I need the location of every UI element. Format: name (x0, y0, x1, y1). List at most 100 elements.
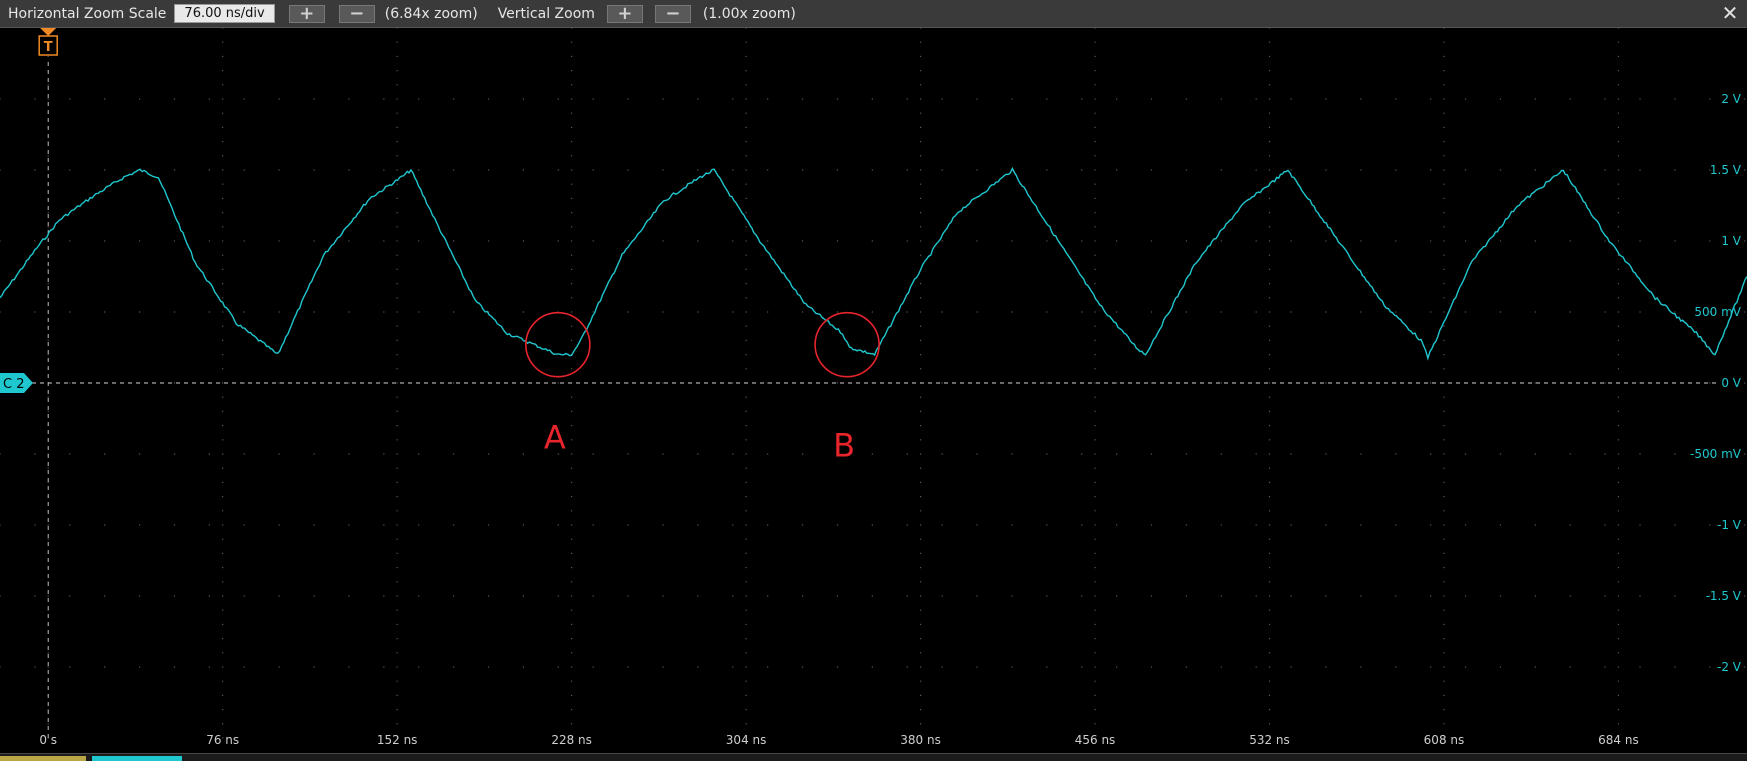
grid-dot (1094, 84, 1096, 86)
vertical-zoom-label: Vertical Zoom (497, 5, 595, 22)
grid-dot (1325, 382, 1327, 384)
grid-dot (1430, 666, 1432, 668)
grid-dot (1617, 169, 1620, 171)
grid-dot (1639, 666, 1641, 668)
grid-dot (1094, 410, 1096, 412)
grid-dot (1268, 524, 1271, 526)
horizontal-scale-field[interactable]: 76.00 ns/div (174, 4, 275, 23)
grid-dot (222, 112, 224, 114)
grid-dot (732, 453, 734, 455)
grid-dot (1094, 638, 1096, 640)
grid-dot (1116, 666, 1118, 668)
vertical-zoom-in-button[interactable]: + (606, 4, 643, 23)
grid-dot (1443, 254, 1445, 256)
grid-dot (1464, 311, 1467, 313)
grid-dot (571, 197, 573, 199)
vertical-zoom-out-button[interactable]: − (654, 4, 691, 23)
grid-dot (745, 126, 747, 128)
grid-dot (1116, 311, 1118, 313)
grid-dot (1443, 510, 1445, 512)
grid-dot (1268, 311, 1271, 313)
grid-dot (348, 240, 350, 242)
grid-dot (1674, 524, 1676, 526)
grid-dot (47, 396, 49, 398)
grid-dot (1430, 98, 1432, 100)
grid-dot (919, 638, 922, 640)
grid-dot (1569, 595, 1571, 597)
grid-dot (592, 666, 594, 668)
grid-dot (976, 595, 978, 597)
grid-dot (571, 212, 573, 214)
grid-dot (222, 325, 224, 327)
grid-dot (1150, 98, 1153, 100)
grid-dot (222, 55, 224, 57)
grid-dot (1674, 240, 1676, 242)
grid-dot (47, 723, 49, 725)
strip-tab-1[interactable] (0, 756, 86, 761)
grid-dot (571, 98, 573, 100)
grid-dot (1617, 70, 1620, 72)
grid-dot (941, 98, 943, 100)
grid-dot (1094, 623, 1096, 625)
grid-dot (745, 41, 747, 43)
grid-dot (1443, 524, 1445, 526)
grid-dot (222, 425, 224, 427)
grid-dot (522, 311, 525, 313)
oscilloscope-display[interactable]: 2 V 1.5 V 1 V 500 mV 0 V -500 mV -1 V -1.5 V -2 … (0, 28, 1747, 753)
grid-dot (732, 240, 734, 242)
grid-dot (1617, 538, 1620, 540)
channel-2-marker[interactable]: C 2 (0, 373, 33, 393)
grid-dot (243, 311, 245, 313)
grid-dot (1290, 666, 1292, 668)
grid-dot (976, 666, 978, 668)
grid-dot (1268, 425, 1271, 427)
grid-dot (1150, 453, 1153, 455)
grid-dot (571, 283, 573, 285)
grid-dot (1499, 311, 1502, 313)
grid-dot (396, 169, 398, 171)
grid-dot (396, 28, 398, 29)
grid-dot (396, 595, 398, 597)
grid-dot (919, 467, 922, 469)
grid-dot (976, 524, 978, 526)
grid-dot (697, 524, 699, 526)
horizontal-zoom-in-button[interactable]: + (288, 4, 325, 23)
grid-dot (1255, 524, 1257, 526)
grid-dot (47, 339, 49, 341)
grid-dot (1220, 595, 1222, 597)
grid-dot (1094, 666, 1096, 668)
grid-dot (1395, 240, 1397, 242)
grid-dot (522, 666, 525, 668)
grid-dot (1094, 425, 1096, 427)
grid-dot (627, 169, 629, 171)
grid-dot (557, 240, 559, 242)
grid-dot (745, 467, 747, 469)
strip-tab-2[interactable] (92, 756, 182, 761)
grid-dot (1443, 638, 1445, 640)
grid-dot (396, 481, 398, 483)
grid-dot (1116, 382, 1118, 384)
trigger-marker[interactable]: T (38, 28, 58, 56)
grid-dot (1081, 98, 1083, 100)
grid-dot (1443, 481, 1445, 483)
grid-dot (571, 439, 573, 441)
x-tick-label: 228 ns (551, 733, 592, 747)
grid-dot (1617, 638, 1620, 640)
grid-dot (662, 169, 664, 171)
grid-dot (1094, 467, 1096, 469)
grid-dot (1744, 382, 1746, 384)
close-zoom-button[interactable]: ✕ (1719, 1, 1741, 25)
horizontal-zoom-out-button[interactable]: − (338, 4, 375, 23)
grid-dot (222, 638, 224, 640)
grid-dot (919, 41, 922, 43)
grid-dot (1094, 112, 1096, 114)
grid-dot (745, 510, 747, 512)
grid-dot (919, 524, 922, 526)
grid-dot (418, 311, 420, 313)
grid-dot (418, 453, 420, 455)
y-tick-label: 1 V (1721, 234, 1741, 248)
grid-dot (1094, 652, 1096, 654)
grid-dot (243, 169, 245, 171)
grid-dot (47, 410, 49, 412)
grid-dot (1094, 169, 1096, 171)
